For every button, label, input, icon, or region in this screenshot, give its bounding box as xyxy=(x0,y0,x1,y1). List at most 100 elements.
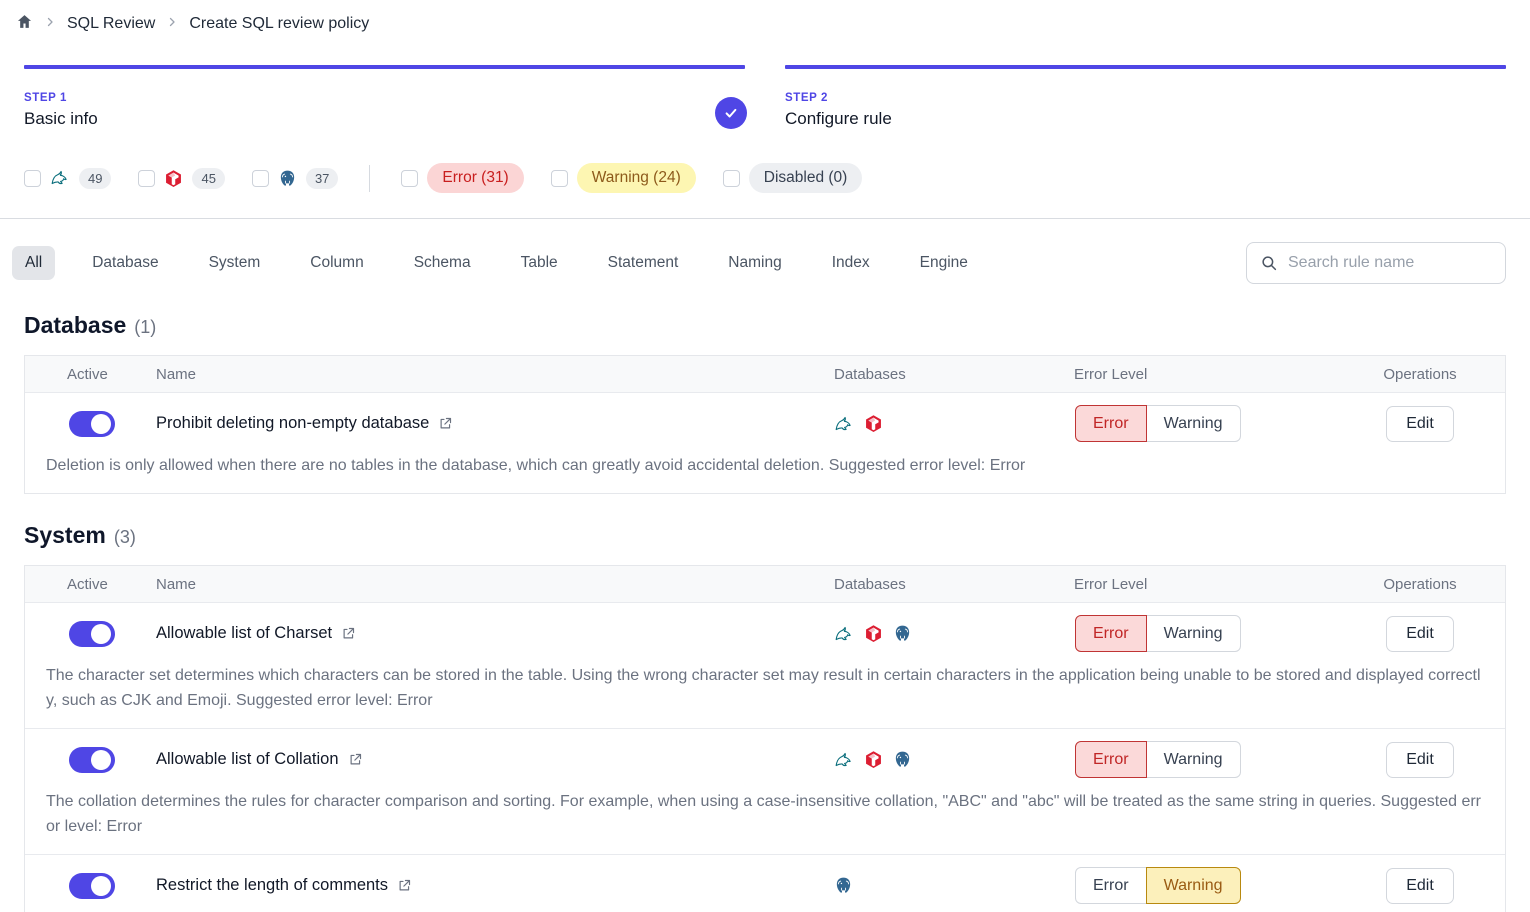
tab-system[interactable]: System xyxy=(196,246,274,280)
edit-button[interactable]: Edit xyxy=(1386,742,1454,778)
chevron-right-icon xyxy=(166,15,178,33)
column-header-name: Name xyxy=(156,576,813,593)
table-header-row: Active Name Databases Error Level Operat… xyxy=(25,566,1505,603)
toggle-knob xyxy=(91,414,111,434)
rule-active-toggle[interactable] xyxy=(69,873,115,899)
edit-button[interactable]: Edit xyxy=(1386,868,1454,904)
warning-level-button[interactable]: Warning xyxy=(1146,867,1241,904)
rule-row: Allowable list of Charset Error Warning … xyxy=(25,603,1505,662)
external-link-icon[interactable] xyxy=(341,626,356,641)
mysql-icon xyxy=(834,414,854,434)
mysql-icon xyxy=(834,624,854,644)
engine-filter[interactable]: 45 xyxy=(138,168,224,189)
tab-naming[interactable]: Naming xyxy=(715,246,794,280)
search-rule-input[interactable] xyxy=(1246,242,1506,284)
error-level-button[interactable]: Error xyxy=(1075,615,1147,652)
home-icon[interactable] xyxy=(16,13,33,35)
step-2-title: Configure rule xyxy=(785,109,1506,129)
error-level-button[interactable]: Error xyxy=(1075,741,1147,778)
active-cell xyxy=(25,621,156,647)
level-filter[interactable]: Disabled (0) xyxy=(723,163,863,193)
breadcrumb-sql-review[interactable]: SQL Review xyxy=(67,15,155,33)
external-link-icon[interactable] xyxy=(438,416,453,431)
step-2-label: STEP 2 xyxy=(785,92,1506,104)
rule-row: Prohibit deleting non-empty database Err… xyxy=(25,393,1505,452)
engine-filter[interactable]: 37 xyxy=(252,168,338,189)
rule-name-cell: Allowable list of Charset xyxy=(156,624,813,643)
rule-active-toggle[interactable] xyxy=(69,621,115,647)
tab-table[interactable]: Table xyxy=(508,246,571,280)
level-checkbox[interactable] xyxy=(723,170,740,187)
tab-all[interactable]: All xyxy=(12,246,55,280)
rule-error-level-cell: Error Warning xyxy=(1053,615,1335,652)
tab-engine[interactable]: Engine xyxy=(907,246,981,280)
column-header-name: Name xyxy=(156,366,813,383)
step-1-bar xyxy=(24,65,745,69)
column-header-databases: Databases xyxy=(813,576,1053,593)
level-filter[interactable]: Warning (24) xyxy=(551,163,696,193)
mysql-icon xyxy=(834,750,854,770)
error-level-button[interactable]: Error xyxy=(1075,867,1147,904)
rule-name-cell: Allowable list of Collation xyxy=(156,750,813,769)
sql-review-policy-page: SQL Review Create SQL review policy STEP… xyxy=(0,0,1530,912)
breadcrumb: SQL Review Create SQL review policy xyxy=(16,0,1506,35)
rule-name-cell: Prohibit deleting non-empty database xyxy=(156,414,813,433)
rule-sections: Database (1) Active Name Databases Error… xyxy=(24,312,1506,912)
step-1-title: Basic info xyxy=(24,109,745,129)
tidb-icon xyxy=(164,169,183,188)
engine-checkbox[interactable] xyxy=(252,170,269,187)
rule-row-group: Allowable list of Collation Error Warnin… xyxy=(25,729,1505,855)
rule-section: Database (1) Active Name Databases Error… xyxy=(24,312,1506,494)
tab-database[interactable]: Database xyxy=(79,246,171,280)
engine-checkbox[interactable] xyxy=(138,170,155,187)
edit-button[interactable]: Edit xyxy=(1386,406,1454,442)
section-title: System xyxy=(24,522,106,549)
rule-active-toggle[interactable] xyxy=(69,411,115,437)
rule-description: The collation determines the rules for c… xyxy=(25,788,1505,854)
error-level-button[interactable]: Error xyxy=(1075,405,1147,442)
tab-index[interactable]: Index xyxy=(819,246,883,280)
rule-name-cell: Restrict the length of comments xyxy=(156,876,813,895)
rule-row-group: Prohibit deleting non-empty database Err… xyxy=(25,393,1505,493)
level-filter[interactable]: Error (31) xyxy=(401,163,523,193)
level-checkbox[interactable] xyxy=(551,170,568,187)
edit-button[interactable]: Edit xyxy=(1386,616,1454,652)
table-body: Allowable list of Charset Error Warning … xyxy=(25,603,1505,912)
engine-count-badge: 49 xyxy=(79,168,111,189)
warning-level-button[interactable]: Warning xyxy=(1146,405,1241,442)
level-pill: Warning (24) xyxy=(577,163,696,193)
postgres-icon xyxy=(893,624,912,643)
column-header-error-level: Error Level xyxy=(1053,576,1335,593)
engine-filter[interactable]: 49 xyxy=(24,168,111,189)
section-divider xyxy=(0,218,1530,219)
engine-checkbox[interactable] xyxy=(24,170,41,187)
rule-databases-cell xyxy=(813,876,1053,895)
external-link-icon[interactable] xyxy=(348,752,363,767)
level-pill: Error (31) xyxy=(427,163,523,193)
tab-schema[interactable]: Schema xyxy=(401,246,484,280)
rule-row-group: Restrict the length of comments Error Wa… xyxy=(25,855,1505,912)
tab-statement[interactable]: Statement xyxy=(595,246,692,280)
warning-level-button[interactable]: Warning xyxy=(1146,615,1241,652)
external-link-icon[interactable] xyxy=(397,878,412,893)
tab-column[interactable]: Column xyxy=(297,246,376,280)
rule-error-level-cell: Error Warning xyxy=(1053,867,1335,904)
rule-databases-cell xyxy=(813,624,1053,644)
toggle-knob xyxy=(91,750,111,770)
tidb-icon xyxy=(864,750,883,769)
active-cell xyxy=(25,411,156,437)
column-header-error-level: Error Level xyxy=(1053,366,1335,383)
postgres-icon xyxy=(834,876,853,895)
section-count: (1) xyxy=(134,317,156,338)
mysql-icon xyxy=(50,168,70,188)
rule-databases-cell xyxy=(813,750,1053,770)
rule-operations-cell: Edit xyxy=(1335,868,1505,904)
filter-bar: 49 45 37 Error (31) Warning (24) Disable… xyxy=(24,163,1506,193)
rule-databases-cell xyxy=(813,414,1053,434)
rule-description: The character set determines which chara… xyxy=(25,662,1505,728)
rule-active-toggle[interactable] xyxy=(69,747,115,773)
warning-level-button[interactable]: Warning xyxy=(1146,741,1241,778)
postgres-icon xyxy=(893,750,912,769)
rule-name: Allowable list of Charset xyxy=(156,624,332,643)
level-checkbox[interactable] xyxy=(401,170,418,187)
